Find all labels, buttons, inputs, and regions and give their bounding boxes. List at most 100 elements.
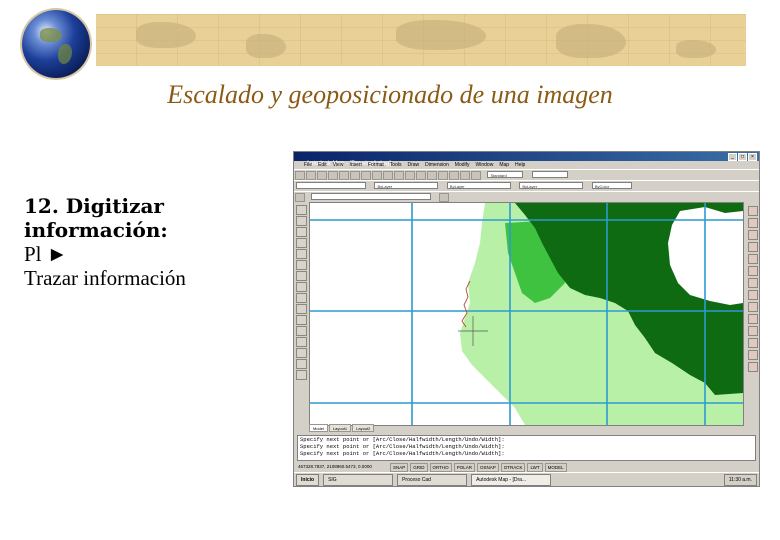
menu-view[interactable]: View — [333, 161, 344, 169]
properties-toolbar: ByLayer ByLayer ByLayer ByColor — [294, 180, 759, 191]
circle-icon[interactable] — [296, 271, 307, 281]
spline-icon[interactable] — [296, 293, 307, 303]
zoom-icon[interactable] — [427, 171, 437, 180]
redo-icon[interactable] — [405, 171, 415, 180]
menu-file[interactable]: File — [304, 161, 312, 169]
print-icon[interactable] — [328, 171, 338, 180]
modify-toolbar — [746, 204, 759, 372]
extend-icon[interactable] — [748, 326, 758, 336]
window-titlebar: Autodesk Map - [Drawing1.dwg] _ □ × — [294, 152, 759, 167]
region-icon[interactable] — [296, 359, 307, 369]
new-icon[interactable] — [295, 171, 305, 180]
save-icon[interactable] — [317, 171, 327, 180]
tab-model[interactable]: Model — [309, 424, 328, 432]
ortho-toggle[interactable]: ORTHO — [429, 463, 452, 472]
menu-dimension[interactable]: Dimension — [425, 161, 449, 169]
scale-icon[interactable] — [748, 290, 758, 300]
menu-map[interactable]: Map — [499, 161, 509, 169]
task-sig[interactable]: SIG — [323, 474, 394, 486]
line-icon[interactable] — [296, 205, 307, 215]
status-bar: 467328.7837, 2108960.5473, 0.0000 SNAP G… — [294, 462, 759, 472]
menu-window[interactable]: Window — [476, 161, 494, 169]
break-icon[interactable] — [748, 338, 758, 348]
task-proceso-cad[interactable]: Proceso Cad — [397, 474, 468, 486]
stretch-icon[interactable] — [748, 302, 758, 312]
rotate-icon[interactable] — [748, 278, 758, 288]
menu-help[interactable]: Help — [515, 161, 525, 169]
grid-toggle[interactable]: GRID — [410, 463, 428, 472]
layer-manager-icon[interactable] — [295, 193, 305, 202]
erase-icon[interactable] — [748, 206, 758, 216]
command-prompt: Specify next point or [Arc/Close/Halfwid… — [300, 450, 505, 457]
menu-tools[interactable]: Tools — [390, 161, 402, 169]
text-style-select[interactable]: Standard — [487, 171, 524, 178]
arc-icon[interactable] — [296, 260, 307, 270]
match-icon[interactable] — [383, 171, 393, 180]
move-icon[interactable] — [748, 266, 758, 276]
undo-icon[interactable] — [394, 171, 404, 180]
tab-layout2[interactable]: Layout2 — [352, 424, 375, 432]
construction-line-icon[interactable] — [296, 216, 307, 226]
ellipse-icon[interactable] — [296, 304, 307, 314]
offset-icon[interactable] — [748, 242, 758, 252]
standard-toolbar: Standard — [294, 169, 759, 180]
minimize-button[interactable]: _ — [728, 153, 737, 161]
close-button[interactable]: × — [748, 153, 757, 161]
rectangle-icon[interactable] — [296, 249, 307, 259]
polar-toggle[interactable]: POLAR — [453, 463, 475, 472]
tab-layout1[interactable]: Layout1 — [328, 424, 352, 432]
lwt-toggle[interactable]: LWT — [527, 463, 543, 472]
layer-select[interactable] — [296, 182, 366, 189]
array-icon[interactable] — [748, 254, 758, 264]
slide-title: Escalado y geoposicionado de una imagen — [167, 80, 613, 109]
polygon-icon[interactable] — [296, 238, 307, 248]
mtext-icon[interactable] — [296, 370, 307, 380]
snap-toggle[interactable]: SNAP — [390, 463, 409, 472]
fillet-icon[interactable] — [748, 362, 758, 372]
insert-block-icon[interactable] — [296, 315, 307, 325]
color-select[interactable]: ByLayer — [374, 182, 439, 189]
design-center-icon[interactable] — [471, 171, 481, 180]
plotstyle-select[interactable]: ByColor — [591, 182, 632, 189]
maximize-button[interactable]: □ — [738, 153, 747, 161]
model-toggle[interactable]: MODEL — [544, 463, 567, 472]
task-autodesk-map[interactable]: Autodesk Map - [Dra... — [471, 474, 552, 486]
draw-toolbar — [294, 204, 308, 424]
pan-icon[interactable] — [416, 171, 426, 180]
mirror-icon[interactable] — [748, 230, 758, 240]
copy-icon[interactable] — [361, 171, 371, 180]
otrack-toggle[interactable]: OTRACK — [500, 463, 526, 472]
zoom-window-icon[interactable] — [438, 171, 448, 180]
current-layer-select[interactable] — [311, 193, 432, 200]
lineweight-select[interactable]: ByLayer — [519, 182, 584, 189]
open-icon[interactable] — [306, 171, 316, 180]
windows-taskbar: Inicio SIG Proceso Cad Autodesk Map - [D… — [294, 472, 759, 486]
drawing-canvas[interactable] — [309, 202, 744, 426]
menu-edit[interactable]: Edit — [318, 161, 327, 169]
make-block-icon[interactable] — [296, 326, 307, 336]
properties-icon[interactable] — [460, 171, 470, 180]
menu-insert[interactable]: Insert — [349, 161, 362, 169]
revcloud-icon[interactable] — [296, 282, 307, 292]
menu-format[interactable]: Format — [368, 161, 384, 169]
trim-icon[interactable] — [748, 314, 758, 324]
polyline-icon[interactable] — [296, 227, 307, 237]
point-icon[interactable] — [296, 337, 307, 347]
hatch-icon[interactable] — [296, 348, 307, 358]
menu-draw[interactable]: Draw — [407, 161, 419, 169]
paste-icon[interactable] — [372, 171, 382, 180]
zoom-previous-icon[interactable] — [449, 171, 459, 180]
preview-icon[interactable] — [339, 171, 349, 180]
dim-style-select[interactable] — [531, 171, 568, 178]
osnap-toggle[interactable]: OSNAP — [476, 463, 499, 472]
command-shortcut: Pl ► — [24, 242, 68, 266]
start-button[interactable]: Inicio — [296, 474, 320, 486]
chamfer-icon[interactable] — [748, 350, 758, 360]
copy-object-icon[interactable] — [748, 218, 758, 228]
command-history-line: Specify next point or [Arc/Close/Halfwid… — [300, 436, 505, 443]
command-line[interactable]: Specify next point or [Arc/Close/Halfwid… — [297, 435, 756, 461]
linetype-select[interactable]: ByLayer — [446, 182, 511, 189]
make-current-icon[interactable] — [438, 193, 449, 202]
cut-icon[interactable] — [350, 171, 360, 180]
menu-modify[interactable]: Modify — [455, 161, 470, 169]
